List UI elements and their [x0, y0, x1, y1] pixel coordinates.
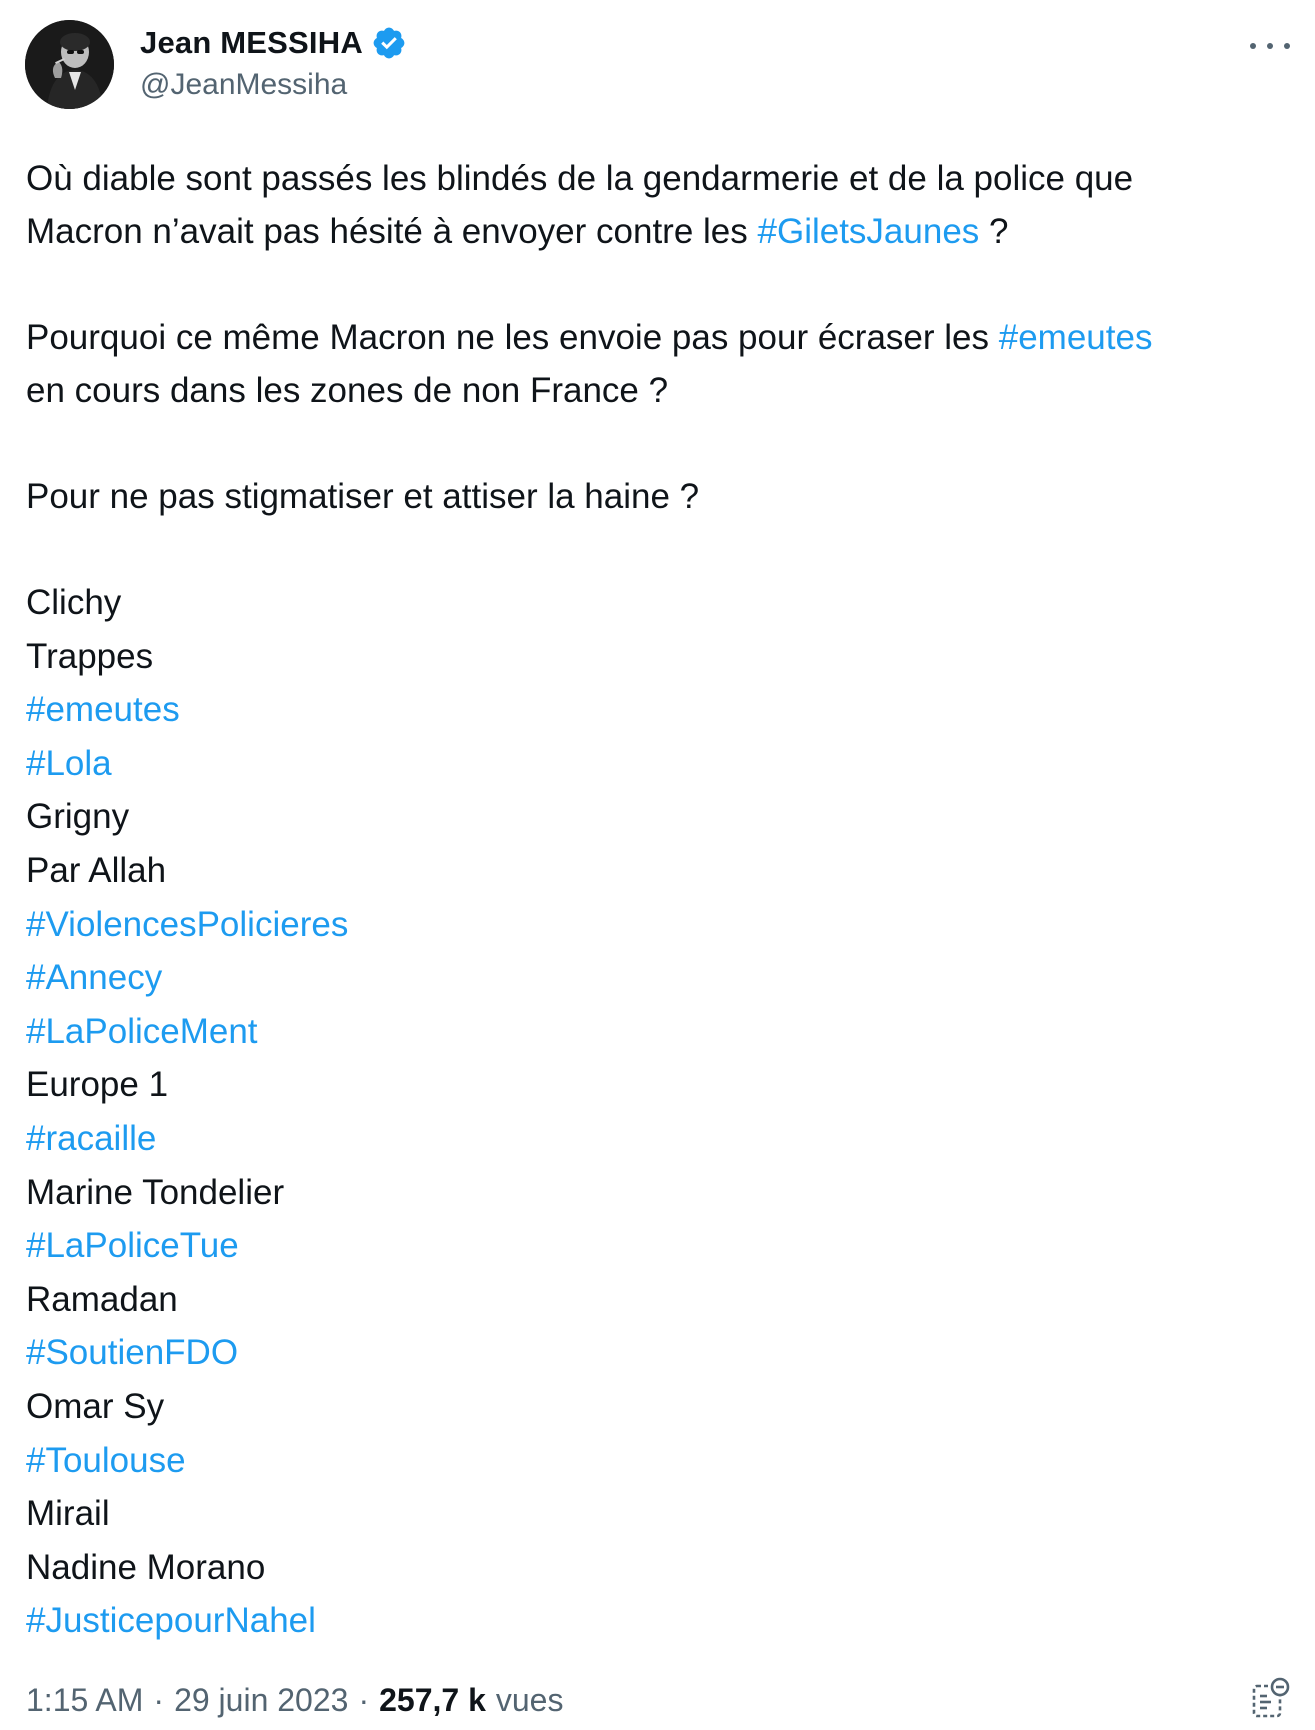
keyword-text: Europe 1 — [26, 1065, 169, 1105]
paragraph-1-line-1: Où diable sont passés les blindés de la … — [26, 159, 1134, 198]
keyword-text: Grigny — [26, 797, 130, 837]
paragraph-1: Où diable sont passés les blindés de la … — [26, 152, 1291, 258]
hashtag-link[interactable]: #Lola — [26, 737, 1291, 791]
keyword-text: Par Allah — [26, 850, 167, 890]
hashtag-link[interactable]: #emeutes — [999, 318, 1153, 357]
paragraph-2-line-1: Pourquoi ce même Macron ne les envoie pa… — [26, 318, 999, 357]
keyword-text: Mirail — [26, 1494, 110, 1534]
display-name-row: Jean MESSIHA — [140, 22, 407, 64]
tweet-text: Où diable sont passés les blindés de la … — [26, 152, 1291, 1648]
hashtag-link[interactable]: #GiletsJaunes — [758, 212, 980, 251]
hashtag-link[interactable]: #Annecy — [26, 951, 1291, 1005]
tweet: Jean MESSIHA @JeanMessiha Où diable sont… — [0, 0, 1315, 1730]
tweet-header: Jean MESSIHA @JeanMessiha — [25, 20, 1290, 110]
paragraph-1-end: ? — [979, 212, 1009, 251]
more-dot — [1284, 43, 1290, 49]
handle[interactable]: @JeanMessiha — [140, 68, 407, 102]
views-count: 257,7 k — [379, 1681, 486, 1718]
more-options-icon[interactable] — [1250, 34, 1290, 58]
keyword-text: Omar Sy — [26, 1386, 165, 1426]
hashtag-link[interactable]: #Toulouse — [26, 1434, 1291, 1488]
hashtag-link[interactable]: #racaille — [26, 1112, 1291, 1166]
separator: · — [153, 1681, 165, 1718]
paragraph-2: Pourquoi ce même Macron ne les envoie pa… — [26, 311, 1291, 417]
hashtag-link[interactable]: #emeutes — [26, 683, 1291, 737]
analytics-icon[interactable] — [1251, 1676, 1291, 1720]
author-block: Jean MESSIHA @JeanMessiha — [140, 22, 407, 102]
paragraph-3: Pour ne pas stigmatiser et attiser la ha… — [26, 477, 700, 516]
tweet-time[interactable]: 1:15 AM — [26, 1682, 143, 1719]
more-dot — [1267, 43, 1273, 49]
display-name[interactable]: Jean MESSIHA — [140, 25, 363, 61]
paragraph-2-line-2: en cours dans les zones de non France ? — [26, 371, 669, 410]
avatar[interactable] — [25, 20, 114, 109]
keyword-text: Clichy — [26, 583, 122, 622]
views-label: vues — [495, 1681, 564, 1718]
hashtag-link[interactable]: #JusticepourNahel — [26, 1594, 1291, 1648]
separator: · — [358, 1681, 370, 1718]
hashtag-link[interactable]: #ViolencesPolicieres — [26, 898, 1291, 952]
more-dot — [1250, 43, 1256, 49]
tweet-date[interactable]: 29 juin 2023 — [174, 1682, 348, 1719]
verified-badge-icon[interactable] — [371, 25, 407, 61]
avatar-photo-icon — [25, 20, 114, 109]
hashtag-link[interactable]: #LaPoliceTue — [26, 1219, 1291, 1273]
hashtag-link[interactable]: #SoutienFDO — [26, 1326, 1291, 1380]
keyword-text: Ramadan — [26, 1279, 178, 1319]
keyword-text: Nadine Morano — [26, 1547, 266, 1587]
tweet-metadata: 1:15 AM · 29 juin 2023 · 257,7 k vues — [26, 1678, 1291, 1722]
hashtag-link[interactable]: #LaPoliceMent — [26, 1005, 1291, 1059]
keyword-text: Trappes — [26, 636, 154, 676]
paragraph-1-line-2: Macron n’avait pas hésité à envoyer cont… — [26, 212, 758, 251]
keyword-text: Marine Tondelier — [26, 1172, 285, 1212]
keyword-list: Clichy Trappes #emeutes #Lola Grigny Par Alla… — [26, 576, 1291, 1648]
